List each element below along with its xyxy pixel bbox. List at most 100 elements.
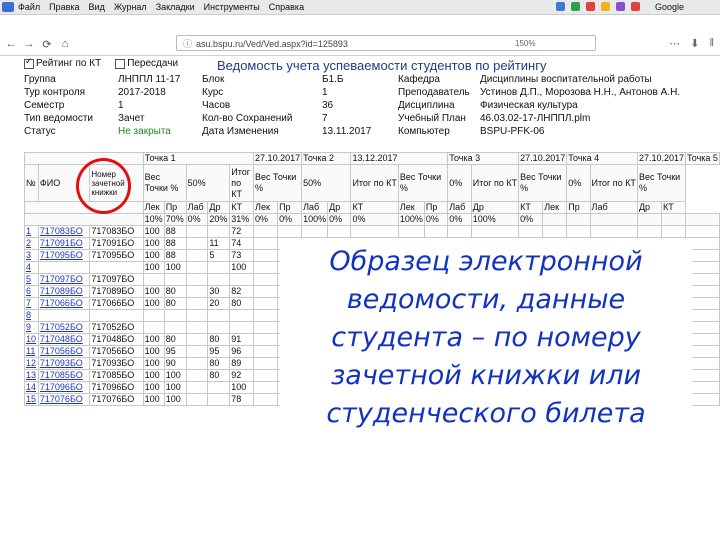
checkbox-icon[interactable] [24, 56, 34, 69]
grade-cell: 95 [163, 345, 187, 358]
col-total: Итог по КТ [229, 164, 255, 202]
grade-cell: 100 [163, 393, 187, 406]
toolbar-extension-icon[interactable] [631, 2, 640, 11]
grade-cell [253, 249, 279, 262]
more-icon[interactable]: ⋯ [669, 37, 680, 50]
student-name-link[interactable]: 717085БО [37, 369, 91, 382]
row-number: 12 [24, 357, 39, 370]
table-row[interactable]: 1 717083БО 717083БО 100 88 72 [24, 225, 720, 238]
col-total: Итог по КТ [350, 164, 399, 202]
menu-edit[interactable]: Правка [49, 0, 79, 14]
grade-cell: 89 [229, 357, 255, 370]
info-label: Блок [202, 74, 225, 85]
info-value: 13.11.2017 [322, 126, 372, 137]
student-name-link[interactable] [37, 261, 91, 274]
point-4-header: Точка 4 [566, 152, 638, 165]
record-book-number[interactable]: 717066БО [89, 297, 144, 310]
menu-bookmarks[interactable]: Закладки [156, 0, 195, 14]
download-icon[interactable]: ⬇ [690, 37, 699, 50]
student-name-link[interactable]: 717048БО [37, 333, 91, 346]
col-percent: 50% [185, 164, 231, 202]
library-icon[interactable]: ‖ [709, 37, 714, 50]
grade-cell: 100 [142, 249, 165, 262]
retake-filter[interactable]: Пересдачи [115, 58, 178, 69]
grade-cell: 100 [142, 225, 165, 238]
toolbar-extension-icon[interactable] [586, 2, 595, 11]
menu-tools[interactable]: Инструменты [204, 0, 260, 14]
record-book-number[interactable]: 717048БО [89, 333, 144, 346]
info-label: Группа [24, 74, 56, 85]
info-value: Дисциплины воспитательной работы [480, 74, 652, 85]
record-book-number[interactable] [89, 261, 144, 274]
student-name-link[interactable]: 717096БО [37, 381, 91, 394]
record-book-number[interactable]: 717083БО [89, 225, 144, 238]
grade-cell [684, 225, 720, 238]
student-name-link[interactable]: 717097БО [37, 273, 91, 286]
checkbox-icon[interactable] [115, 58, 126, 69]
student-name-link[interactable] [37, 309, 91, 322]
menu-help[interactable]: Справка [269, 0, 304, 14]
grade-cell: 80 [207, 333, 231, 346]
student-name-link[interactable]: 717093БО [37, 357, 91, 370]
grade-cell: 100 [142, 393, 165, 406]
menu-file[interactable]: Файл [18, 0, 40, 14]
col-total: Итог по КТ [470, 164, 520, 202]
home-icon[interactable]: ⌂ [58, 38, 72, 50]
toolbar-extension-icon[interactable] [571, 2, 580, 11]
student-name-link[interactable]: 717066БО [37, 297, 91, 310]
record-book-number[interactable]: 717091БО [89, 237, 144, 250]
info-value: 1 [322, 87, 328, 98]
back-icon[interactable]: ← [4, 38, 18, 50]
record-book-number[interactable]: 717095БО [89, 249, 144, 262]
grade-cell [185, 237, 209, 250]
grade-cell [185, 309, 209, 322]
toolbar-extension-icon[interactable] [601, 2, 610, 11]
percent-cell [636, 213, 662, 226]
percent-spacer [24, 213, 144, 226]
caption-line: студента – по номеру [331, 322, 641, 353]
record-book-number[interactable]: 717097БО [89, 273, 144, 286]
grade-cell: 80 [207, 369, 231, 382]
percent-cell: 0% [447, 213, 472, 226]
record-book-number[interactable]: 717096БО [89, 381, 144, 394]
toolbar-extension-icon[interactable] [556, 2, 565, 11]
student-name-link[interactable]: 717083БО [37, 225, 91, 238]
record-book-number[interactable]: 717085БО [89, 369, 144, 382]
grade-cell [253, 309, 279, 322]
record-book-number[interactable]: 717089БО [89, 285, 144, 298]
row-number: 9 [24, 321, 39, 334]
student-name-link[interactable]: 717091БО [37, 237, 91, 250]
search-engine-label[interactable]: Google [655, 0, 684, 14]
reload-icon[interactable]: ⟳ [40, 38, 54, 51]
grade-cell [163, 321, 187, 334]
caption-line: ведомости, данные [346, 284, 626, 315]
grade-cell: 80 [207, 357, 231, 370]
grade-cell [253, 237, 279, 250]
info-value: Физическая культура [480, 100, 578, 111]
grade-cell: 100 [229, 261, 255, 274]
rating-filter[interactable]: Рейтинг по КТ [24, 56, 101, 69]
toolbar-extension-icon[interactable] [616, 2, 625, 11]
info-icon[interactable]: ⓘ [183, 39, 192, 49]
student-name-link[interactable]: 717089БО [37, 285, 91, 298]
percent-cell [542, 213, 568, 226]
student-name-link[interactable]: 717052БО [37, 321, 91, 334]
forward-icon[interactable]: → [22, 38, 36, 50]
record-book-number[interactable]: 717093БО [89, 357, 144, 370]
grade-cell: 95 [207, 345, 231, 358]
grade-cell [350, 225, 399, 238]
menu-history[interactable]: Журнал [114, 0, 147, 14]
student-name-link[interactable]: 717056БО [37, 345, 91, 358]
zoom-level[interactable]: 150% [515, 39, 535, 48]
record-book-number[interactable]: 717076БО [89, 393, 144, 406]
student-name-link[interactable]: 717076БО [37, 393, 91, 406]
record-book-number[interactable]: 717056БО [89, 345, 144, 358]
grade-cell: 72 [229, 225, 255, 238]
record-book-number[interactable]: 717052БО [89, 321, 144, 334]
student-name-link[interactable]: 717095БО [37, 249, 91, 262]
col-lecture: Лек [253, 201, 279, 214]
record-book-number[interactable] [89, 309, 144, 322]
page-title: Ведомость учета успеваемости студентов п… [217, 58, 547, 73]
menu-view[interactable]: Вид [89, 0, 105, 14]
caption-line: Образец электронной [329, 246, 643, 277]
